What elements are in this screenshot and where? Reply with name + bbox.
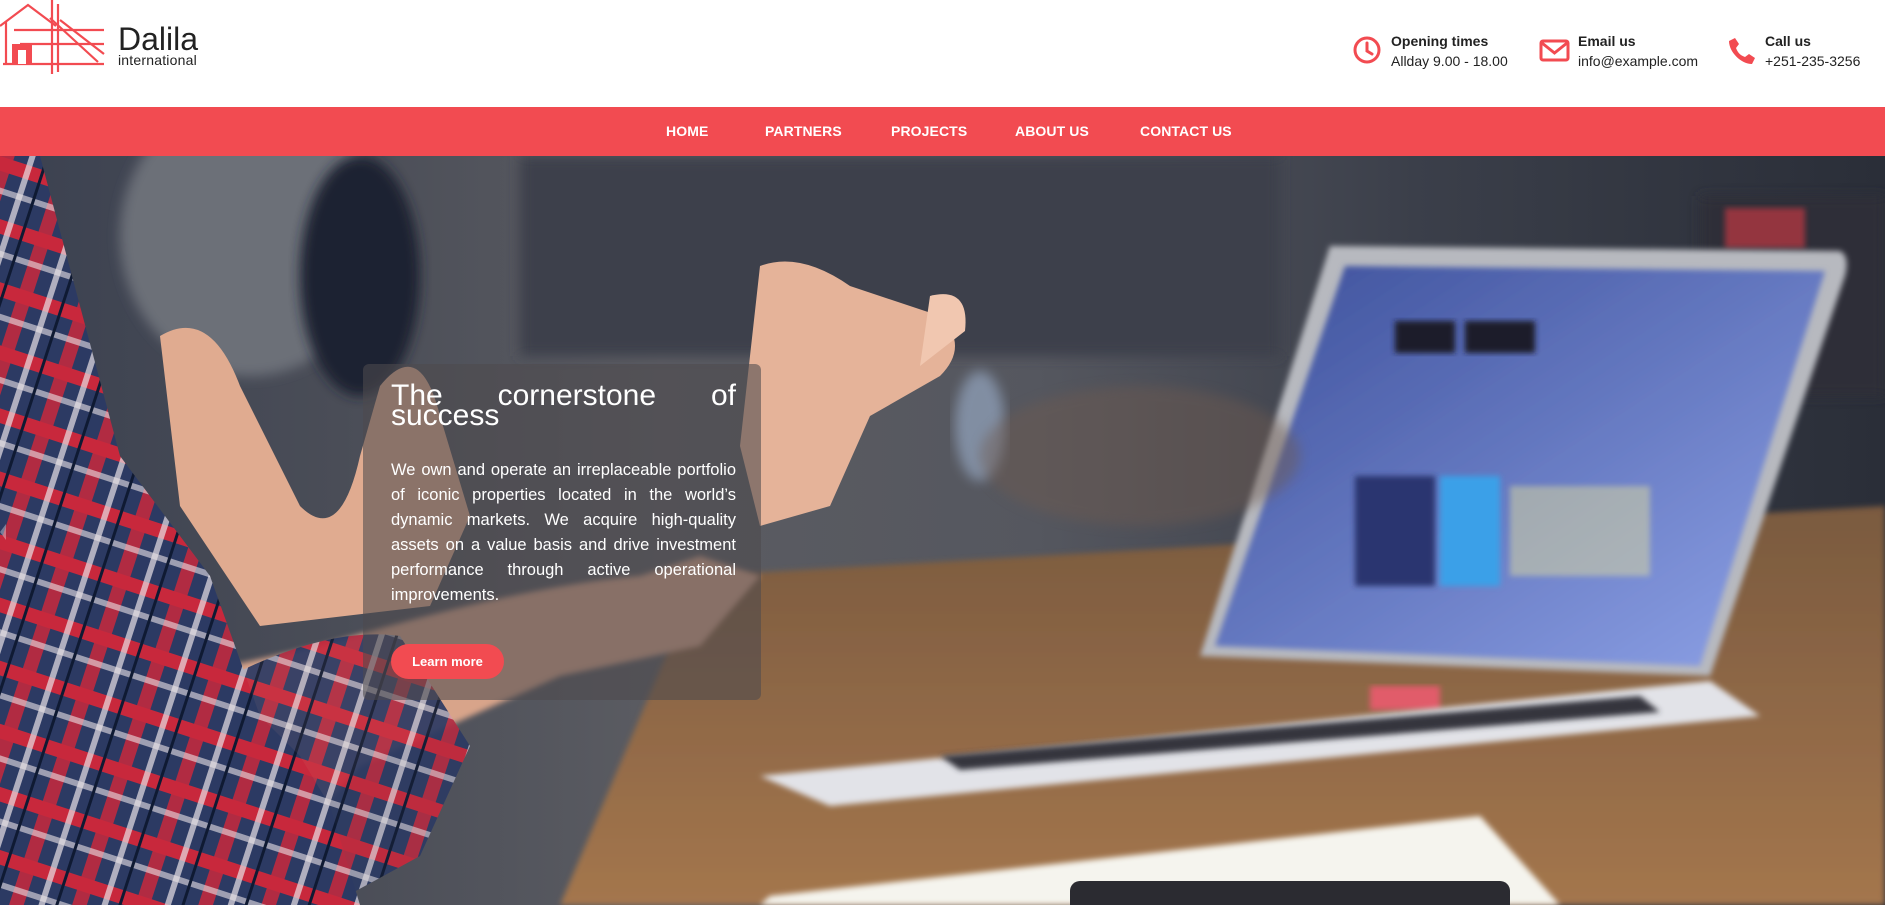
main-navigation: HOME PARTNERS PROJECTS ABOUT US CONTACT …	[0, 107, 1885, 156]
nav-item-projects[interactable]: PROJECTS	[891, 107, 967, 156]
hero-description: We own and operate an irreplaceable port…	[391, 461, 736, 604]
brand-logo[interactable]: Dalila international	[0, 0, 210, 78]
contact-email: Email us info@example.com	[1539, 32, 1704, 72]
contact-title: Email us	[1578, 33, 1636, 49]
hero-background-image	[0, 156, 1885, 905]
brand-name: Dalila	[118, 21, 199, 57]
slider-prev-arrow-icon[interactable]	[0, 524, 6, 540]
contact-title: Opening times	[1391, 33, 1489, 49]
house-logo-icon	[0, 0, 105, 74]
hero-title: The cornerstone of success	[391, 381, 736, 431]
contact-value: Allday 9.00 - 18.00	[1391, 53, 1508, 69]
clock-icon	[1353, 36, 1381, 64]
phone-icon	[1729, 38, 1755, 64]
contact-opening-times: Opening times Allday 9.00 - 18.00	[1352, 32, 1522, 72]
nav-item-partners[interactable]: PARTNERS	[765, 107, 842, 156]
contact-email-value[interactable]: info@example.com	[1578, 53, 1698, 69]
nav-item-home[interactable]: HOME	[666, 107, 708, 156]
envelope-icon	[1539, 39, 1570, 62]
learn-more-button[interactable]: Learn more	[391, 644, 504, 679]
hero-slider: The cornerstone of success We own and op…	[0, 156, 1885, 905]
hero-caption-card: The cornerstone of success We own and op…	[363, 364, 761, 700]
contact-call: Call us +251-235-3256	[1726, 32, 1876, 72]
brand-tagline: international	[118, 52, 197, 68]
contact-title: Call us	[1765, 33, 1811, 49]
contact-phone-value[interactable]: +251-235-3256	[1765, 53, 1860, 69]
nav-item-contact-us[interactable]: CONTACT US	[1140, 107, 1232, 156]
site-header: Dalila international Opening times Allda…	[0, 0, 1885, 107]
nav-item-about-us[interactable]: ABOUT US	[1015, 107, 1089, 156]
